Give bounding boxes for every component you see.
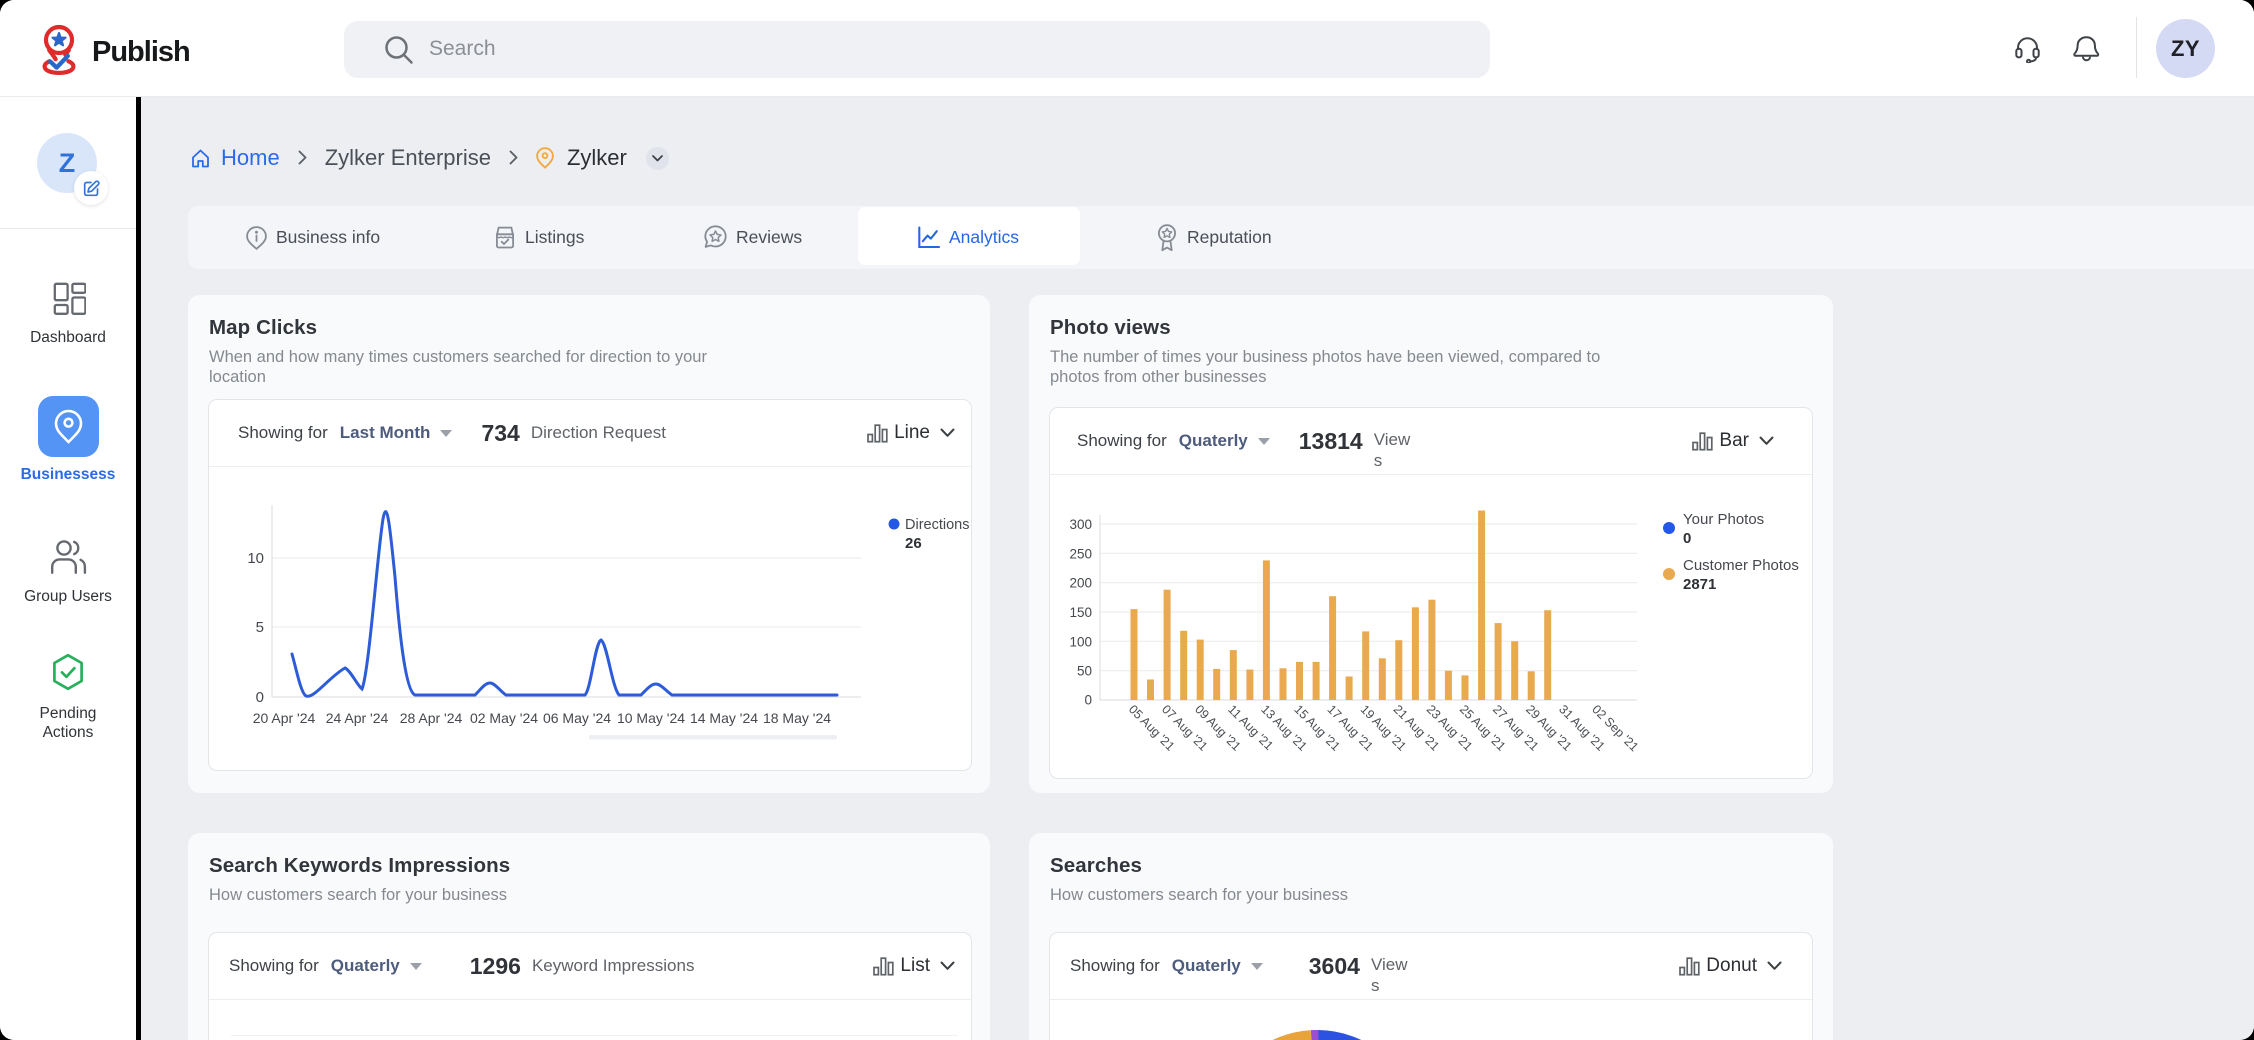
- svg-text:150: 150: [1069, 605, 1092, 620]
- svg-text:5: 5: [256, 619, 264, 636]
- svg-text:20 Apr '24: 20 Apr '24: [253, 710, 316, 726]
- svg-text:26: 26: [905, 535, 922, 552]
- svg-text:0: 0: [1084, 693, 1092, 708]
- svg-text:18 May '24: 18 May '24: [763, 710, 831, 726]
- svg-text:300: 300: [1069, 517, 1092, 532]
- svg-text:10 May '24: 10 May '24: [617, 710, 685, 726]
- svg-text:2871: 2871: [1683, 576, 1716, 593]
- svg-text:0: 0: [1683, 530, 1691, 547]
- svg-text:250: 250: [1069, 546, 1092, 561]
- svg-text:02 May '24: 02 May '24: [470, 710, 538, 726]
- svg-text:06 May '24: 06 May '24: [543, 710, 611, 726]
- svg-text:100: 100: [1069, 634, 1092, 649]
- svg-text:28 Apr '24: 28 Apr '24: [400, 710, 463, 726]
- svg-text:Your Photos: Your Photos: [1683, 511, 1764, 528]
- svg-text:50: 50: [1077, 664, 1092, 679]
- svg-text:24 Apr '24: 24 Apr '24: [326, 710, 389, 726]
- svg-text:14 May '24: 14 May '24: [690, 710, 758, 726]
- svg-text:Directions: Directions: [905, 517, 969, 533]
- svg-text:Customer Photos: Customer Photos: [1683, 557, 1799, 574]
- svg-text:200: 200: [1069, 576, 1092, 591]
- svg-text:10: 10: [247, 550, 264, 567]
- svg-text:0: 0: [256, 689, 264, 706]
